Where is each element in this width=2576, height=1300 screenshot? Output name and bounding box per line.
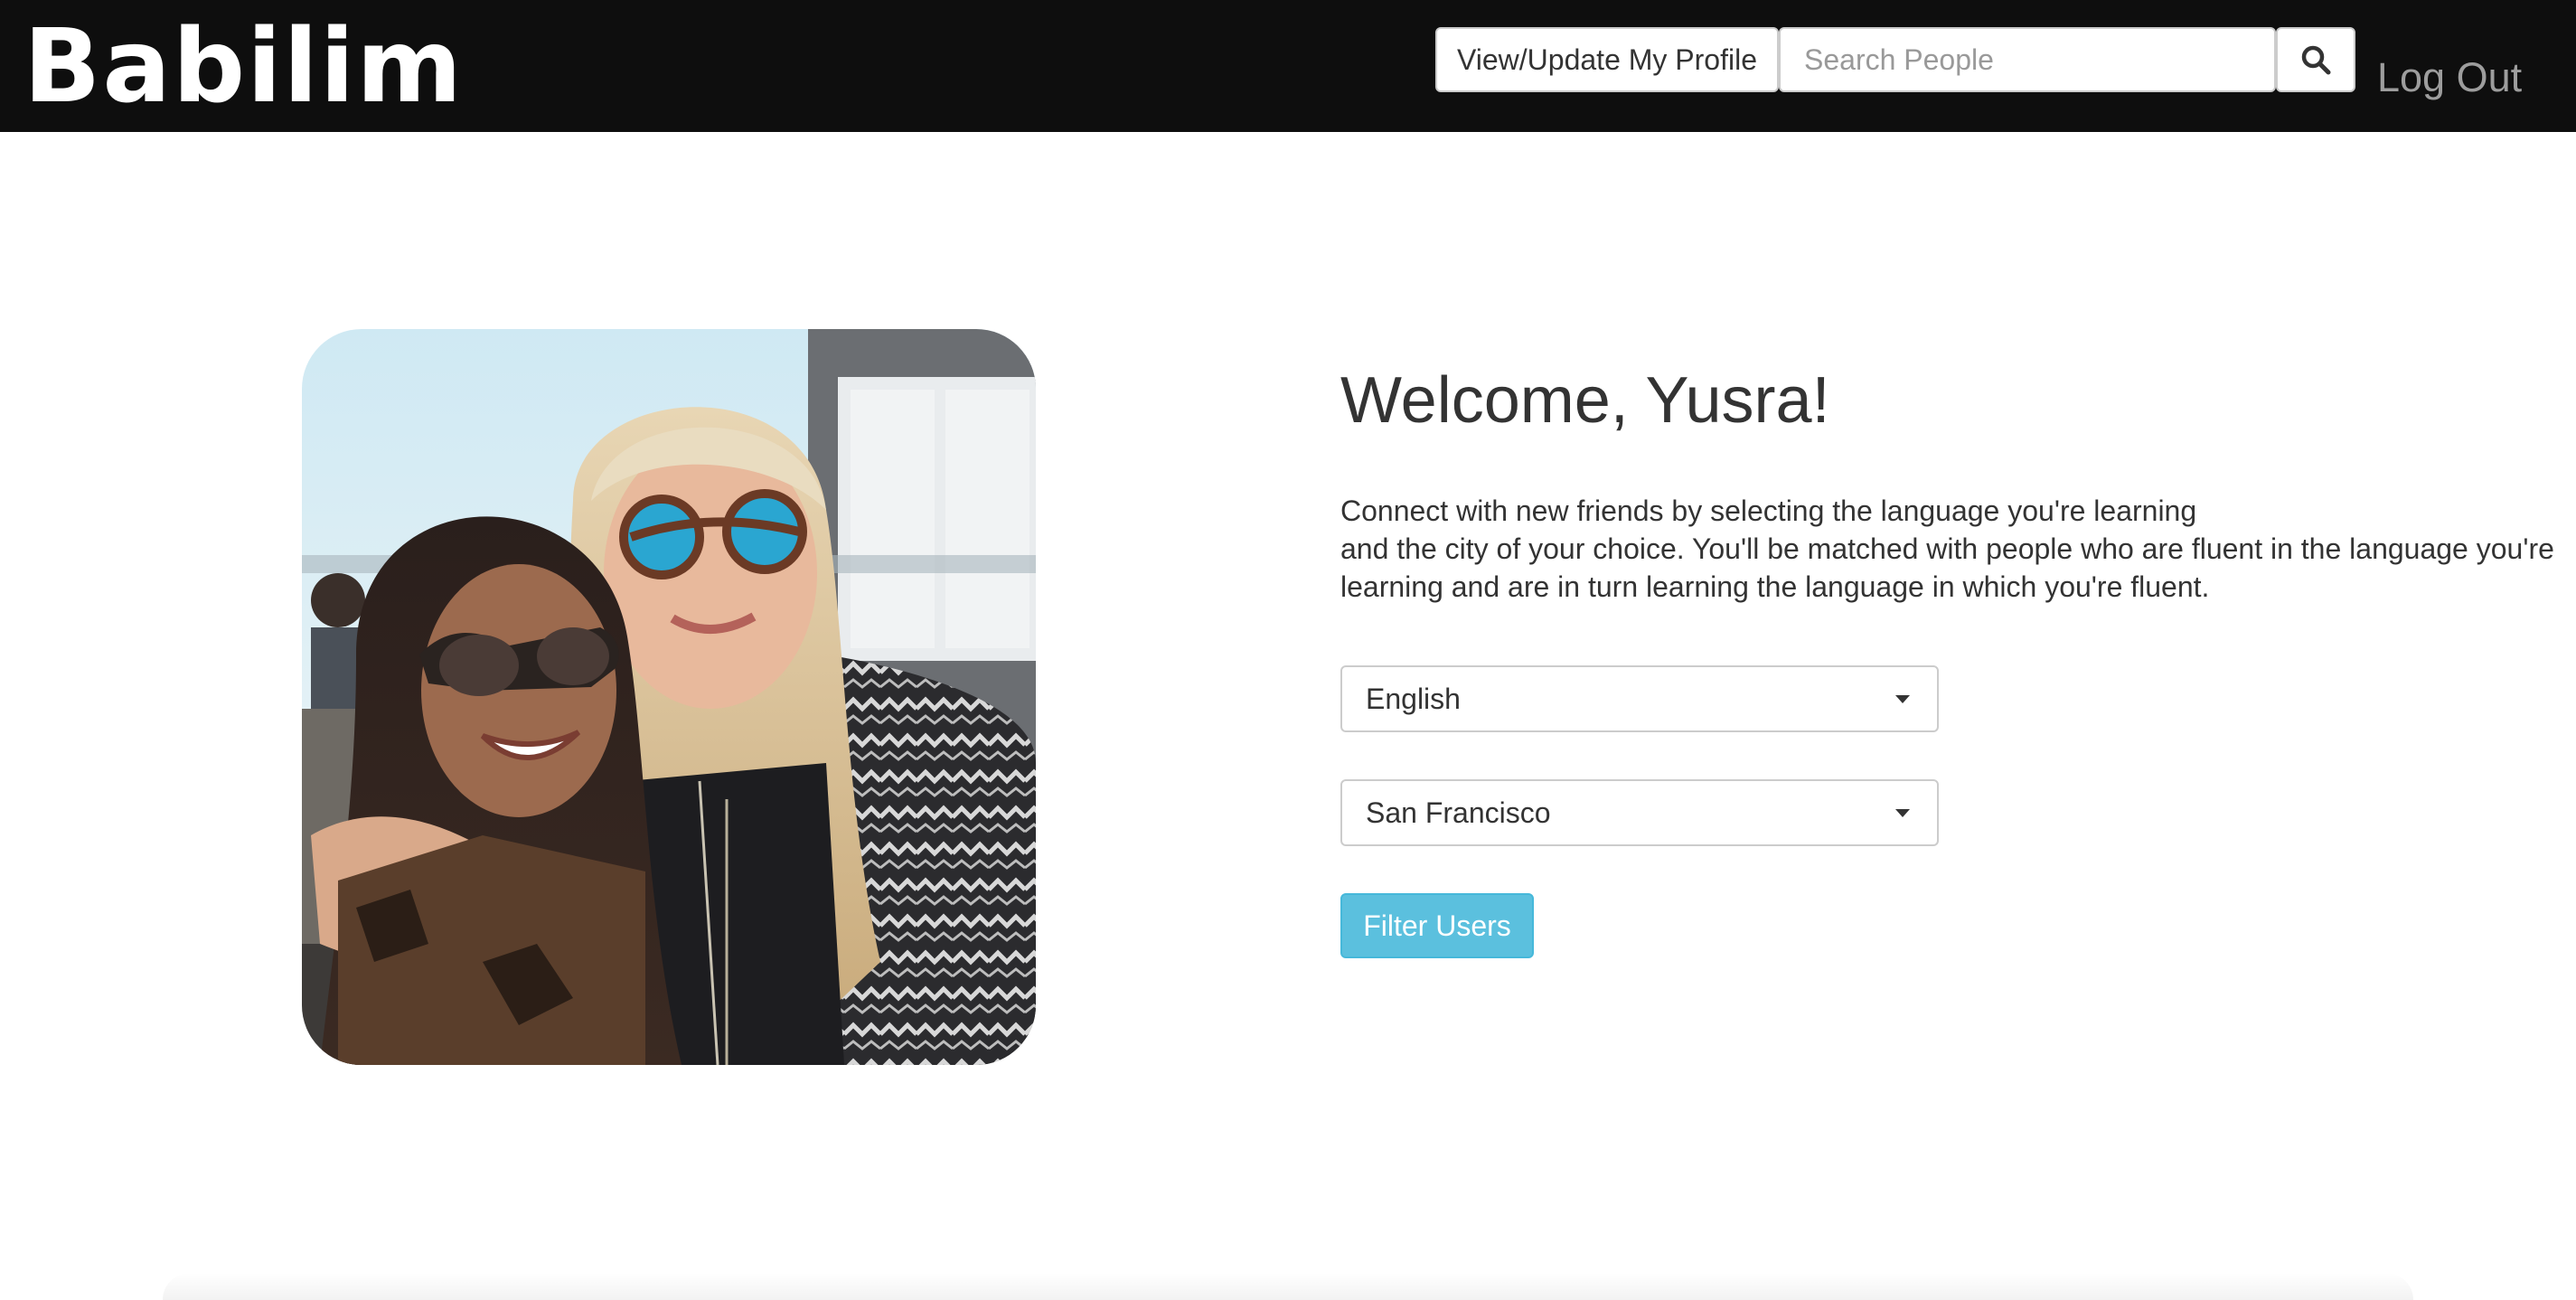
brand-logo[interactable]: Babilim <box>24 11 464 123</box>
caret-down-icon <box>1895 809 1910 817</box>
top-navbar: Babilim View/Update My Profile Log Out <box>0 0 2576 132</box>
footer-edge <box>163 1273 2413 1300</box>
welcome-heading: Welcome, Yusra! <box>1340 364 1830 437</box>
language-select-value: English <box>1366 682 1461 715</box>
city-select[interactable]: San Francisco <box>1340 779 1939 846</box>
log-out-link[interactable]: Log Out <box>2377 51 2522 105</box>
city-select-value: San Francisco <box>1366 796 1551 829</box>
search-button[interactable] <box>2276 27 2355 92</box>
intro-text: Connect with new friends by selecting th… <box>1340 492 2554 606</box>
view-update-profile-button[interactable]: View/Update My Profile <box>1435 27 1779 92</box>
intro-line: learning and are in turn learning the la… <box>1340 570 2210 603</box>
intro-line: and the city of your choice. You'll be m… <box>1340 532 2554 565</box>
profile-photo <box>302 329 1036 1065</box>
intro-line: Connect with new friends by selecting th… <box>1340 495 2197 527</box>
search-icon <box>2301 45 2331 75</box>
filter-users-button[interactable]: Filter Users <box>1340 893 1534 958</box>
language-select[interactable]: English <box>1340 665 1939 732</box>
caret-down-icon <box>1895 695 1910 703</box>
search-people-input[interactable] <box>1779 27 2276 92</box>
